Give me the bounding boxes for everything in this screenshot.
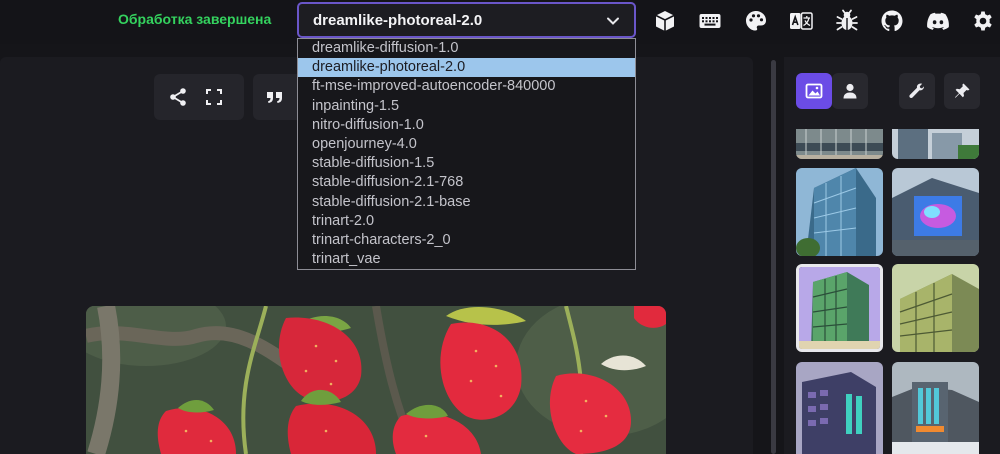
model-option[interactable]: nitro-diffusion-1.0	[298, 116, 635, 135]
gallery-settings-button[interactable]	[899, 73, 935, 109]
gallery-thumbnail-selected[interactable]	[796, 264, 883, 352]
model-option[interactable]: ft-mse-improved-autoencoder-840000	[298, 77, 635, 96]
share-button[interactable]	[160, 79, 196, 115]
gallery-thumbnail[interactable]	[796, 168, 883, 256]
quote-icon	[267, 92, 282, 103]
chevron-down-icon	[607, 17, 619, 25]
palette-icon	[745, 11, 766, 31]
model-option[interactable]: trinart_vae	[298, 250, 635, 269]
pin-gallery-button[interactable]	[944, 73, 980, 109]
model-option[interactable]: stable-diffusion-1.5	[298, 154, 635, 173]
gallery-thumbnail[interactable]	[796, 129, 883, 159]
github-icon	[881, 10, 903, 32]
model-manager-button[interactable]	[648, 6, 681, 36]
settings-icon	[974, 11, 992, 31]
gallery-thumbnail[interactable]	[892, 168, 979, 256]
hotkeys-button[interactable]	[694, 6, 727, 36]
model-option[interactable]: openjourney-4.0	[298, 135, 635, 154]
settings-button[interactable]	[967, 6, 1000, 36]
pin-icon	[955, 83, 970, 98]
bug-icon	[835, 9, 858, 31]
model-select-value: dreamlike-photoreal-2.0	[313, 11, 483, 29]
generated-image	[86, 306, 666, 454]
prompt-actions-group	[253, 74, 297, 120]
theme-button[interactable]	[739, 6, 772, 36]
model-option[interactable]: trinart-2.0	[298, 212, 635, 231]
gallery-thumbnail[interactable]	[892, 129, 979, 159]
model-option-selected[interactable]: dreamlike-photoreal-2.0	[298, 58, 635, 78]
gallery-thumbnail[interactable]	[892, 362, 979, 454]
translate-icon	[790, 12, 813, 30]
model-option[interactable]: stable-diffusion-2.1-768	[298, 173, 635, 192]
language-button[interactable]	[785, 6, 818, 36]
model-select[interactable]: dreamlike-photoreal-2.0	[297, 2, 636, 38]
strawberries-image	[86, 306, 666, 454]
user-icon	[843, 83, 857, 99]
fullscreen-button[interactable]	[196, 79, 232, 115]
bug-report-button[interactable]	[830, 6, 863, 36]
wrench-icon	[909, 83, 925, 99]
images-icon	[805, 83, 823, 99]
gallery-panel	[784, 57, 1000, 454]
model-option[interactable]: dreamlike-diffusion-1.0	[298, 39, 635, 58]
model-dropdown-list: dreamlike-diffusion-1.0 dreamlike-photore…	[297, 38, 636, 270]
fullscreen-icon	[206, 89, 222, 105]
share-icon	[170, 88, 186, 106]
gallery-tab-images[interactable]	[796, 73, 832, 109]
gallery-thumbnail[interactable]	[892, 264, 979, 352]
model-option[interactable]: trinart-characters-2_0	[298, 231, 635, 250]
status-text: Обработка завершена	[118, 11, 272, 27]
model-option[interactable]: inpainting-1.5	[298, 97, 635, 116]
keyboard-icon	[699, 14, 721, 28]
use-prompt-button[interactable]	[259, 79, 291, 115]
github-link[interactable]	[876, 6, 909, 36]
gallery-thumbnail[interactable]	[796, 362, 883, 454]
model-manager-icon	[655, 11, 674, 31]
image-actions-group	[154, 74, 244, 120]
discord-link[interactable]	[921, 6, 954, 36]
gallery-tab-user[interactable]	[832, 73, 868, 109]
model-option[interactable]: stable-diffusion-2.1-base	[298, 193, 635, 212]
discord-icon	[926, 12, 949, 30]
header-icon-bar	[648, 6, 1000, 36]
panel-resize-handle[interactable]	[771, 60, 776, 454]
